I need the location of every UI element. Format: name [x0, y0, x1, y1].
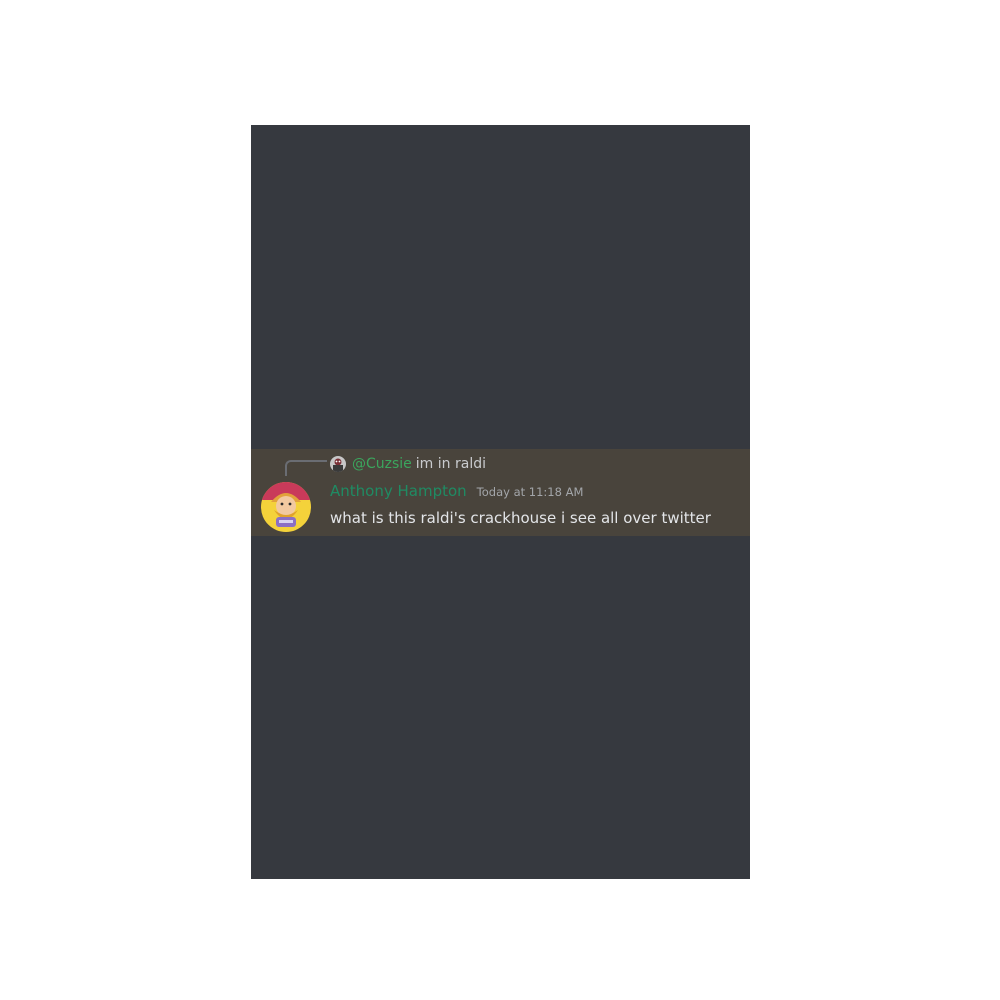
chat-panel: @Cuzsie im in raldi Anthony Hampton Toda…: [251, 125, 750, 879]
username[interactable]: Anthony Hampton: [330, 482, 467, 500]
reply-preview-text[interactable]: im in raldi: [416, 456, 486, 472]
reply-reference[interactable]: @Cuzsie im in raldi: [330, 454, 486, 474]
message-header: Anthony Hampton Today at 11:18 AM: [330, 482, 583, 504]
author-avatar-icon[interactable]: [261, 482, 311, 532]
screenshot-canvas: @Cuzsie im in raldi Anthony Hampton Toda…: [0, 0, 1000, 1000]
reply-avatar-icon[interactable]: [330, 456, 346, 472]
timestamp[interactable]: Today at 11:18 AM: [477, 485, 584, 499]
reply-spine: [285, 460, 327, 476]
message-content: what is this raldi's crackhouse i see al…: [330, 509, 711, 527]
reply-mention[interactable]: @Cuzsie: [352, 456, 412, 472]
highlighted-message[interactable]: @Cuzsie im in raldi Anthony Hampton Toda…: [251, 449, 750, 536]
